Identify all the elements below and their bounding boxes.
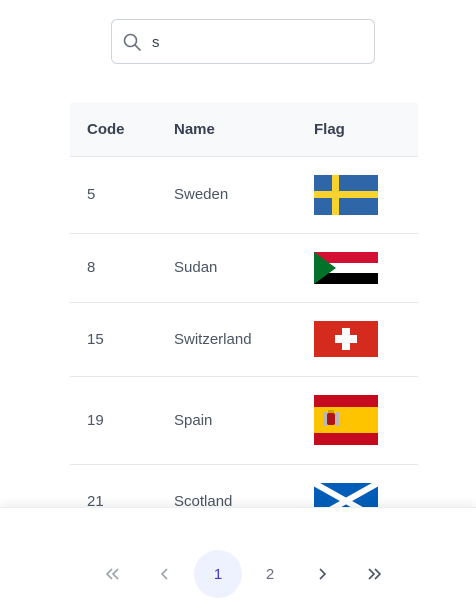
double-chevron-left-icon [105, 568, 119, 580]
first-page-button[interactable] [88, 550, 136, 598]
cell-name: Switzerland [174, 302, 314, 377]
chevron-left-icon [160, 568, 168, 580]
cell-name: Sweden [174, 156, 314, 234]
cell-name: Sudan [174, 233, 314, 303]
table-row[interactable]: 15 Switzerland [70, 302, 418, 377]
page-2-button[interactable]: 2 [246, 550, 294, 598]
cell-name: Spain [174, 376, 314, 465]
page-1-button[interactable]: 1 [194, 550, 242, 598]
column-header-code[interactable]: Code [70, 103, 174, 157]
chevron-right-icon [319, 568, 327, 580]
search-box[interactable] [111, 19, 375, 64]
countries-table: Code Name Flag 5 Sweden 8 Sudan 15 Switz… [70, 103, 418, 539]
sweden-flag-icon [314, 174, 378, 215]
paginator: 1 2 [0, 507, 476, 614]
table-row[interactable]: 5 Sweden [70, 156, 418, 234]
search-icon [123, 33, 141, 51]
table-row[interactable]: 19 Spain [70, 376, 418, 465]
table-row[interactable]: 8 Sudan [70, 233, 418, 303]
switzerland-flag-icon [314, 321, 378, 357]
cell-code: 5 [70, 156, 174, 234]
previous-page-button[interactable] [141, 550, 189, 598]
column-header-flag[interactable]: Flag [314, 103, 418, 157]
last-page-button[interactable] [351, 550, 399, 598]
cell-code: 8 [70, 233, 174, 303]
sudan-flag-icon [314, 251, 378, 284]
spain-flag-icon [314, 395, 378, 445]
cell-code: 19 [70, 376, 174, 465]
cell-code: 15 [70, 302, 174, 377]
column-header-name[interactable]: Name [174, 103, 314, 157]
search-input[interactable] [152, 30, 362, 54]
table-header-row: Code Name Flag [70, 103, 418, 157]
double-chevron-right-icon [368, 568, 382, 580]
next-page-button[interactable] [298, 550, 346, 598]
